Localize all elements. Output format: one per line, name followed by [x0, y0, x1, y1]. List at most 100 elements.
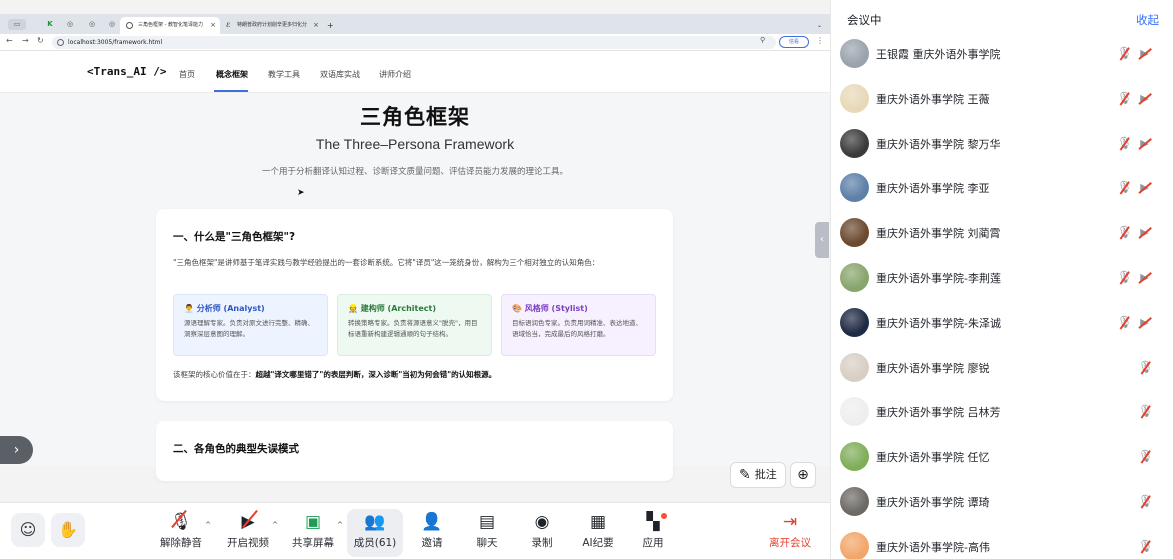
record-icon: ◉	[534, 512, 550, 532]
new-tab-icon[interactable]: +	[327, 17, 334, 34]
camera-off-icon: ▶	[1137, 180, 1152, 195]
tool-label: 开启视频	[227, 537, 269, 549]
pinned-tab-icon[interactable]: ◎	[106, 19, 118, 30]
raise-hand-button[interactable]: ✋	[51, 513, 85, 547]
section-heading: 一、什么是"三角色框架"?	[173, 231, 296, 243]
chevron-right-icon: ›	[13, 442, 20, 458]
site-logo[interactable]: <Trans_AI />	[87, 65, 166, 78]
avatar	[840, 352, 869, 382]
section-what-is: 一、什么是"三角色框架"? "三角色框架"是讲师基于笔译实践与教学经验提出的一套…	[156, 209, 673, 401]
mic-off-icon: 🎙	[1138, 359, 1154, 374]
section-footer: 该框架的核心价值在于：超越"译文哪里错了"的表层判断，深入诊断"当初为何会错"的…	[173, 369, 496, 380]
zoom-icon[interactable]: ⚲	[760, 36, 765, 44]
url-field[interactable]: localhost:3005/framework.html	[52, 36, 776, 49]
close-icon[interactable]: ×	[210, 17, 216, 34]
profile-button[interactable]: 信看	[779, 36, 809, 48]
tool-label: 解除静音	[160, 537, 202, 549]
tab-news[interactable]: ℰ 特朗普政府计划削辛更多归化分 ×	[223, 17, 323, 34]
info-icon[interactable]	[57, 39, 64, 46]
reload-icon[interactable]: ↻	[37, 36, 44, 45]
camera-off-icon: ▶	[1137, 136, 1152, 151]
participant-row[interactable]: 重庆外语外事学院 吕林芳 🎙	[831, 390, 1173, 435]
annotate-button[interactable]: ✎ 批注	[730, 462, 786, 488]
nav-tools[interactable]: 教学工具	[268, 69, 300, 80]
pinned-tab-icon[interactable]: ◎	[64, 19, 76, 30]
pinned-tab-icon[interactable]: K	[44, 19, 56, 30]
unmute-button[interactable]: 🎙 解除静音 ^	[153, 509, 211, 557]
collapse-panel-button[interactable]: 收起	[1136, 12, 1159, 28]
participant-name: 重庆外语外事学院 吕林芳	[876, 406, 1001, 420]
role-desc: 目标语润色专家。负责用词精准、表达地道、语域恰当，完成最后的风格打磨。	[512, 319, 642, 338]
ai-notes-icon: ▦	[589, 512, 607, 532]
tab-framework[interactable]: 三角色框架 - 教智化笔译能力 ×	[120, 17, 220, 34]
apps-icon: ▚	[646, 512, 660, 532]
participant-row[interactable]: 重庆外语外事学院 谭琦 🎙	[831, 480, 1173, 525]
share-screen-button[interactable]: ▣ 共享屏幕 ^	[285, 509, 343, 557]
site-nav: <Trans_AI /> 首页 概念框架 教学工具 双语库实战 讲师介绍	[0, 51, 830, 93]
start-video-button[interactable]: ▶ 开启视频 ^	[220, 509, 278, 557]
nav-instructor[interactable]: 讲师介绍	[379, 69, 411, 80]
members-icon: 👥	[364, 512, 386, 532]
shared-screen: ▭ K ◎ ◎ ◎ 三角色框架 - 教智化笔译能力 × ℰ 特朗普政府计划削辛更…	[0, 0, 830, 502]
members-button[interactable]: 👥 成员(61)	[347, 509, 403, 557]
annotate-label: 批注	[754, 468, 777, 481]
mic-off-icon: 🎙	[1138, 449, 1154, 464]
participant-row[interactable]: 王银霞 重庆外语外事学院 🎙 ▶	[831, 32, 1173, 77]
caret-up-icon[interactable]: ^	[337, 521, 343, 529]
participant-row[interactable]: 重庆外语外事学院 李亚 🎙 ▶	[831, 166, 1173, 211]
tab-group-icon[interactable]: ▭	[8, 19, 26, 30]
pen-icon: ✎	[739, 467, 751, 483]
section-paragraph: "三角色框架"是讲师基于笔译实践与教学经验提出的一套诊断系统。它将"译员"这一笼…	[173, 258, 600, 267]
architect-icon: 👷	[348, 304, 358, 313]
participant-row[interactable]: 重庆外语外事学院 任忆 🎙	[831, 435, 1173, 480]
close-icon[interactable]: ×	[313, 17, 319, 34]
participant-row[interactable]: 重庆外语外事学院 刘蔺霄 🎙 ▶	[831, 211, 1173, 256]
participant-row[interactable]: 重庆外语外事学院-高伟 🎙	[831, 525, 1173, 559]
caret-up-icon[interactable]: ^	[272, 521, 278, 529]
mic-off-icon: 🎙	[1117, 180, 1133, 195]
mic-off-icon: 🎙	[1117, 90, 1133, 105]
caret-up-icon[interactable]: ^	[205, 521, 211, 529]
reaction-button[interactable]: ☺	[11, 513, 45, 547]
tool-label: 邀请	[421, 537, 443, 549]
participant-row[interactable]: 重庆外语外事学院 黎万华 🎙 ▶	[831, 122, 1173, 167]
role-name: 风格师 (Stylist)	[524, 304, 588, 313]
invite-button[interactable]: 👤 邀请	[404, 509, 460, 557]
mic-off-icon: 🎙	[1138, 538, 1154, 553]
avatar	[840, 173, 869, 203]
participant-row[interactable]: 重庆外语外事学院-李荆莲 🎙 ▶	[831, 256, 1173, 301]
address-bar: ← → ↻ localhost:3005/framework.html ⚲ 信看…	[0, 34, 830, 51]
nav-home[interactable]: 首页	[179, 69, 195, 80]
avatar	[840, 218, 869, 248]
pinned-tab-icon[interactable]: ◎	[86, 19, 98, 30]
leave-meeting-button[interactable]: ⇥ 离开会议	[762, 509, 818, 557]
avatar	[840, 128, 869, 158]
apps-button[interactable]: ▚ 应用	[625, 509, 681, 557]
menu-icon[interactable]: ⋮	[816, 36, 824, 45]
mic-off-icon: 🎙	[1117, 46, 1133, 60]
zoom-in-button[interactable]: ⊕	[790, 462, 816, 488]
page-title: 三角色框架	[360, 105, 470, 129]
role-card-analyst: 👨‍💼 分析师 (Analyst) 源语理解专家。负责对原文进行完整、精确、洞察…	[173, 294, 328, 356]
forward-icon[interactable]: →	[22, 36, 29, 45]
participant-row[interactable]: 重庆外语外事学院 王薇 🎙 ▶	[831, 77, 1173, 122]
tool-label: 成员(61)	[353, 537, 397, 549]
camera-off-icon: ▶	[1137, 315, 1152, 330]
chevron-left-icon[interactable]: ‹	[815, 222, 829, 258]
chevron-down-icon[interactable]: ⌄	[817, 17, 822, 34]
avatar	[840, 83, 869, 113]
expand-panel-button[interactable]: ›	[0, 436, 33, 464]
back-icon[interactable]: ←	[6, 36, 13, 45]
url-text: localhost:3005/framework.html	[68, 39, 163, 46]
record-button[interactable]: ◉ 录制	[514, 509, 570, 557]
section-failure-modes: 二、各角色的典型失误模式	[156, 421, 673, 481]
ai-notes-button[interactable]: ▦ AI纪要	[570, 509, 626, 557]
nav-framework[interactable]: 概念框架	[216, 69, 248, 80]
avatar	[840, 531, 869, 559]
nav-corpus[interactable]: 双语库实战	[320, 69, 360, 80]
avatar	[840, 486, 869, 516]
participant-row[interactable]: 重庆外语外事学院 廖锐 🎙	[831, 346, 1173, 391]
chat-button[interactable]: ▤ 聊天	[459, 509, 515, 557]
participant-row[interactable]: 重庆外语外事学院-朱泽诚 🎙 ▶	[831, 301, 1173, 346]
mic-off-icon: 🎙	[1138, 404, 1154, 419]
